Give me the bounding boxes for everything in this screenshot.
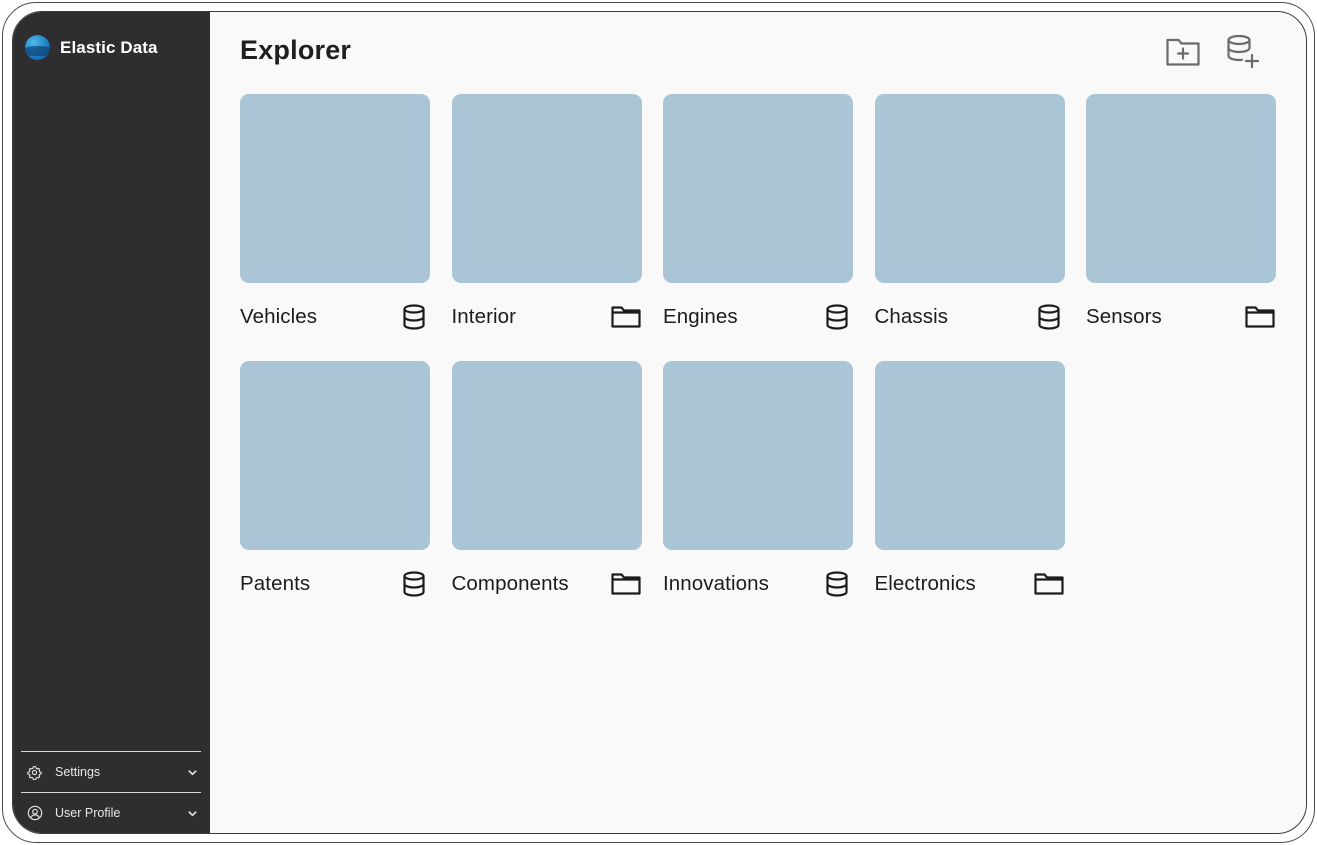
item-thumbnail[interactable] [1086, 94, 1276, 283]
explorer-item-vehicles[interactable]: Vehicles [240, 94, 430, 352]
sidebar: Elastic Data Settings User Profile [13, 12, 210, 833]
item-footer: Components [452, 550, 642, 619]
item-name: Innovations [663, 572, 769, 595]
folder-plus-icon [1165, 36, 1201, 73]
brand-name: Elastic Data [60, 37, 158, 57]
folder-icon [1033, 569, 1064, 599]
item-footer: Engines [663, 283, 853, 352]
item-thumbnail[interactable] [240, 361, 430, 550]
item-name: Interior [451, 305, 517, 328]
folder-icon [610, 569, 641, 599]
item-thumbnail[interactable] [663, 361, 853, 550]
page-title: Explorer [240, 35, 352, 65]
item-name: Chassis [874, 305, 949, 328]
sidebar-item-label: Settings [55, 765, 101, 779]
item-footer: Chassis [875, 283, 1065, 352]
item-name: Components [451, 572, 569, 595]
item-name: Engines [663, 305, 738, 328]
item-thumbnail[interactable] [240, 94, 430, 283]
gear-icon [26, 764, 43, 781]
item-thumbnail[interactable] [874, 94, 1065, 283]
database-icon [1034, 302, 1064, 332]
explorer-item-patents[interactable]: Patents [240, 361, 430, 619]
sidebar-bottom-menu: Settings User Profile [21, 751, 201, 833]
explorer-item-innovations[interactable]: Innovations [663, 361, 853, 619]
sidebar-item-user-profile[interactable]: User Profile [21, 792, 201, 833]
database-plus-icon [1225, 34, 1261, 75]
explorer-item-components[interactable]: Components [451, 361, 642, 619]
database-icon [822, 569, 852, 599]
sidebar-item-settings[interactable]: Settings [21, 751, 201, 792]
toolbar [1164, 34, 1262, 75]
item-footer: Innovations [663, 550, 853, 619]
new-database-button[interactable] [1224, 34, 1262, 75]
brand[interactable]: Elastic Data [25, 35, 158, 60]
item-name: Sensors [1086, 305, 1162, 328]
database-icon [399, 569, 429, 599]
item-footer: Vehicles [240, 283, 430, 352]
app-window: Elastic Data Settings User Profile Explo… [12, 11, 1307, 834]
item-name: Vehicles [240, 305, 318, 328]
item-name: Patents [240, 572, 311, 595]
item-thumbnail[interactable] [451, 361, 642, 550]
main-content: Explorer Vehicles Interior Engines Chass… [210, 12, 1306, 833]
item-name: Electronics [874, 572, 976, 595]
database-icon [399, 302, 429, 332]
chevron-down-icon [185, 765, 199, 779]
database-icon [822, 302, 852, 332]
explorer-item-electronics[interactable]: Electronics [874, 361, 1065, 619]
explorer-item-engines[interactable]: Engines [663, 94, 853, 352]
new-folder-button[interactable] [1164, 35, 1202, 73]
chevron-down-icon [185, 806, 199, 820]
explorer-item-chassis[interactable]: Chassis [874, 94, 1065, 352]
sidebar-item-label: User Profile [55, 806, 121, 820]
item-footer: Electronics [875, 550, 1065, 619]
item-footer: Patents [240, 550, 430, 619]
item-thumbnail[interactable] [663, 94, 853, 283]
folder-icon [610, 302, 641, 332]
user-circle-icon [26, 805, 43, 822]
item-footer: Sensors [1086, 283, 1276, 352]
item-footer: Interior [452, 283, 642, 352]
item-thumbnail[interactable] [451, 94, 642, 283]
folder-icon [1245, 302, 1275, 332]
explorer-item-interior[interactable]: Interior [451, 94, 642, 352]
item-thumbnail[interactable] [874, 361, 1065, 550]
globe-logo-icon [25, 35, 50, 60]
explorer-grid: Vehicles Interior Engines Chassis Sensors Pat… [240, 94, 1277, 619]
explorer-item-sensors[interactable]: Sensors [1086, 94, 1276, 352]
